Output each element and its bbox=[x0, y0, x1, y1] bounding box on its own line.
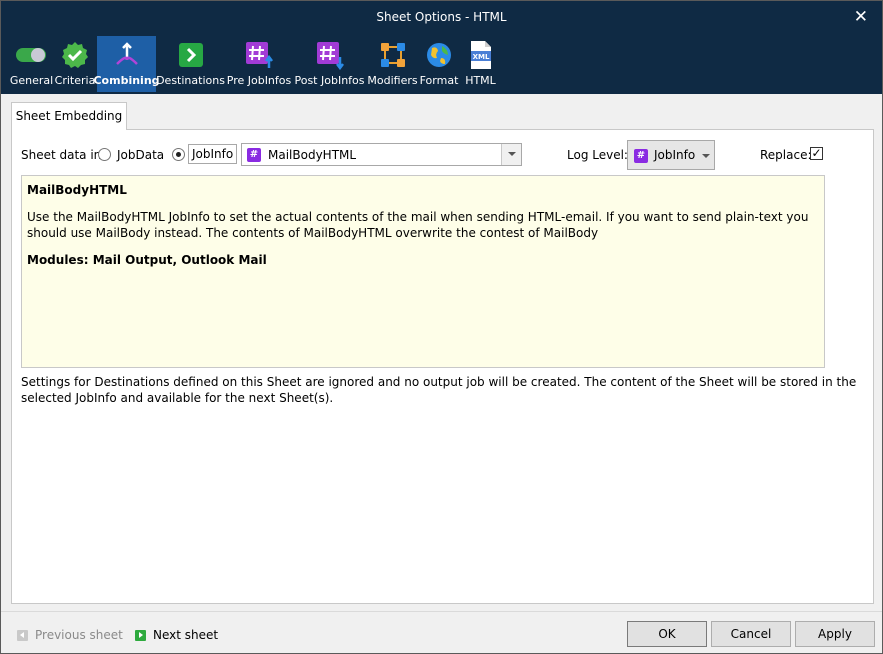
next-sheet-button[interactable]: Next sheet bbox=[135, 628, 218, 642]
info-note: Settings for Destinations defined on thi… bbox=[21, 375, 857, 405]
arrow-left-icon bbox=[17, 629, 28, 641]
toolbar-label: Modifiers bbox=[367, 74, 418, 87]
combine-arrows-icon bbox=[107, 36, 147, 74]
help-body: Use the MailBodyHTML JobInfo to set the … bbox=[27, 210, 809, 240]
next-sheet-label: Next sheet bbox=[153, 628, 219, 642]
toolbar-html[interactable]: XML HTML bbox=[459, 36, 502, 92]
jobinfo-hash-icon: # bbox=[634, 149, 648, 163]
toolbar-label: Combining bbox=[93, 74, 160, 87]
jobinfo-hash-icon: # bbox=[247, 148, 261, 162]
ok-button[interactable]: OK bbox=[627, 621, 707, 647]
jobinfo-select[interactable]: # MailBodyHTML bbox=[241, 143, 522, 166]
help-heading: MailBodyHTML bbox=[27, 183, 127, 197]
radio-jobdata-label[interactable]: JobData bbox=[117, 148, 164, 162]
xml-file-icon: XML bbox=[461, 36, 501, 74]
sheet-options-window: Sheet Options - HTML ✕ General Criteria … bbox=[0, 0, 883, 654]
toolbar-combining[interactable]: Combining bbox=[93, 36, 160, 92]
jobinfo-select-value: MailBodyHTML bbox=[268, 148, 357, 162]
help-box: MailBodyHTML Use the MailBodyHTML JobInf… bbox=[21, 175, 825, 368]
apply-button[interactable]: Apply bbox=[795, 621, 875, 647]
toggle-icon bbox=[12, 36, 52, 74]
replace-checkbox[interactable]: ✓ bbox=[810, 147, 823, 160]
toolbar-label: HTML bbox=[465, 74, 496, 87]
toolbar-pre-jobinfos[interactable]: Pre JobInfos bbox=[225, 36, 293, 92]
chevron-down-icon bbox=[702, 154, 710, 158]
chevron-down-icon bbox=[508, 152, 516, 156]
post-jobinfo-icon bbox=[310, 36, 350, 74]
sheet-embedding-panel: Sheet data in: JobData JobInfo # MailBod… bbox=[11, 129, 874, 604]
toolbar-label: General bbox=[9, 74, 54, 87]
toolbar-post-jobinfos[interactable]: Post JobInfos bbox=[293, 36, 366, 92]
toolbar-label: Post JobInfos bbox=[294, 74, 365, 87]
toolbar-label: Format bbox=[419, 74, 459, 87]
radio-jobinfo-label[interactable]: JobInfo bbox=[188, 144, 238, 164]
window-title: Sheet Options - HTML bbox=[376, 10, 507, 24]
sheet-data-label: Sheet data in: bbox=[21, 148, 106, 162]
radio-jobdata[interactable] bbox=[98, 148, 111, 161]
modifiers-nodes-icon bbox=[373, 36, 413, 74]
toolbar-criteria[interactable]: Criteria bbox=[53, 36, 97, 92]
footer-divider bbox=[1, 611, 882, 612]
toolbar-general[interactable]: General bbox=[10, 36, 53, 92]
title-bar: Sheet Options - HTML ✕ General Criteria … bbox=[1, 1, 882, 94]
radio-jobinfo[interactable] bbox=[172, 148, 185, 161]
arrow-right-icon bbox=[135, 629, 146, 641]
log-level-select[interactable]: # JobInfo bbox=[627, 140, 715, 170]
previous-sheet-label: Previous sheet bbox=[35, 628, 123, 642]
options-toolbar: General Criteria Combining Destinations … bbox=[10, 36, 502, 92]
destination-arrow-icon bbox=[171, 36, 211, 74]
close-icon[interactable]: ✕ bbox=[854, 7, 868, 27]
xml-icon-text: XML bbox=[472, 53, 489, 61]
checkmark-badge-icon bbox=[55, 36, 95, 74]
toolbar-modifiers[interactable]: Modifiers bbox=[366, 36, 419, 92]
log-level-label: Log Level: bbox=[567, 148, 628, 162]
help-modules: Modules: Mail Output, Outlook Mail bbox=[27, 253, 267, 267]
replace-label: Replace: bbox=[760, 148, 812, 162]
cancel-button[interactable]: Cancel bbox=[711, 621, 791, 647]
toolbar-label: Destinations bbox=[156, 74, 225, 87]
toolbar-destinations[interactable]: Destinations bbox=[156, 36, 225, 92]
toolbar-format[interactable]: Format bbox=[419, 36, 459, 92]
jobinfo-select-dropdown-button[interactable] bbox=[501, 144, 521, 165]
globe-icon bbox=[419, 36, 459, 74]
pre-jobinfo-icon bbox=[239, 36, 279, 74]
tab-sheet-embedding[interactable]: Sheet Embedding bbox=[11, 102, 127, 130]
log-level-value: JobInfo bbox=[654, 148, 696, 162]
toolbar-label: Pre JobInfos bbox=[226, 74, 292, 87]
previous-sheet-button[interactable]: Previous sheet bbox=[17, 628, 123, 642]
